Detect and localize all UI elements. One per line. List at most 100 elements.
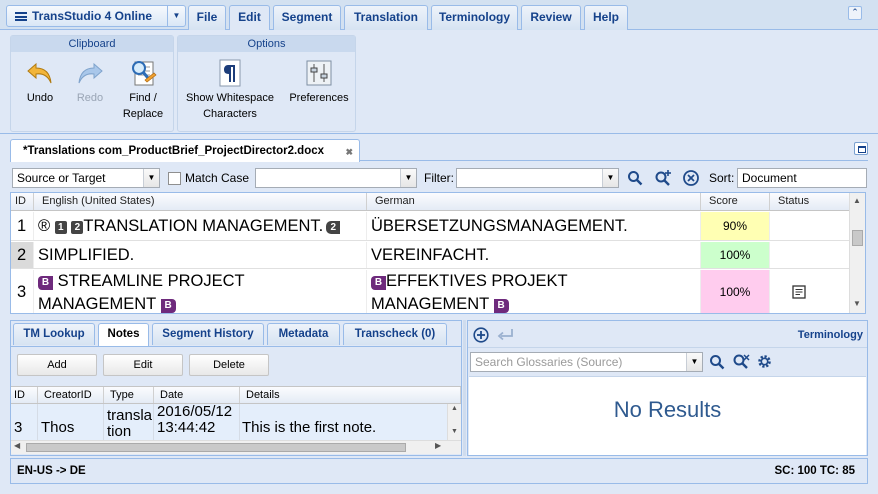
clear-filter-icon[interactable] [682, 169, 700, 187]
status-bar: EN-US -> DE SC: 100 TC: 85 [10, 458, 868, 484]
show-whitespace-button[interactable]: Show Whitespace Characters [180, 56, 280, 122]
source-cell[interactable]: SIMPLIFIED. [34, 242, 367, 268]
col-score-header[interactable]: Score [701, 193, 770, 210]
show-whitespace-label-2: Characters [203, 108, 257, 120]
inline-tag[interactable]: 2 [326, 221, 341, 234]
app-menu-button[interactable]: TransStudio 4 Online ▼ [6, 5, 186, 27]
search-icon[interactable] [709, 354, 725, 370]
note-details: This is the first note. [242, 419, 377, 436]
note-creator: Thos [38, 404, 104, 440]
tab-edit[interactable]: Edit [229, 5, 270, 31]
add-icon[interactable] [473, 327, 489, 343]
filter-select[interactable]: ▼ [456, 168, 619, 188]
tab-metadata[interactable]: Metadata [267, 323, 340, 345]
redo-button[interactable]: Redo [63, 56, 117, 106]
clear-search-icon[interactable] [732, 353, 750, 371]
target-cell[interactable]: VEREINFACHT. [367, 242, 701, 268]
gear-icon[interactable] [756, 353, 773, 370]
tab-notes[interactable]: Notes [98, 323, 149, 346]
ribbon: Clipboard Undo Redo Find / Replace Optio… [0, 30, 878, 134]
note-date-day: 2016/05/12 [157, 404, 233, 420]
sort-select[interactable]: Document [737, 168, 867, 188]
col-id-header[interactable]: ID [11, 193, 34, 210]
chevron-down-icon[interactable]: ▼ [686, 353, 702, 371]
table-row[interactable]: 2 SIMPLIFIED. VEREINFACHT. 100% [11, 242, 851, 269]
col-type-header[interactable]: Type [104, 387, 154, 403]
collapse-ribbon-icon[interactable]: ⌃ [848, 6, 862, 20]
sort-label: Sort: [709, 171, 735, 185]
tab-review[interactable]: Review [521, 5, 581, 30]
scope-select[interactable]: Source or Target ▼ [12, 168, 160, 188]
chevron-down-icon[interactable]: ▼ [143, 169, 159, 187]
search-text-combo[interactable]: ▼ [255, 168, 417, 188]
table-row[interactable]: 3 B STREAMLINE PROJECT MANAGEMENT B B EFF… [11, 270, 851, 313]
chevron-down-icon[interactable]: ▼ [602, 169, 618, 187]
col-details-header[interactable]: Details [240, 387, 461, 403]
tab-terminology[interactable]: Terminology [431, 5, 518, 30]
language-pair: EN-US -> DE [17, 465, 86, 477]
grid-scrollbar[interactable]: ▲ ▼ [849, 193, 865, 313]
col-target-header[interactable]: German [367, 193, 701, 210]
delete-note-button[interactable]: Delete [189, 354, 269, 376]
notes-hscrollbar[interactable]: ◀ ▶ [11, 440, 461, 454]
scope-select-value: Source or Target [17, 171, 106, 185]
chevron-down-icon[interactable]: ▼ [167, 6, 185, 26]
col-date-header[interactable]: Date [154, 387, 240, 403]
search-icon[interactable] [627, 170, 643, 186]
table-row[interactable]: 1 ® 1 2 TRANSLATION MANAGEMENT. 2 ÜBERSETZ… [11, 212, 851, 241]
note-date: 2016/05/12 13:44:42 [154, 404, 240, 440]
target-text: EFFEKTIVES PROJEKT [386, 272, 568, 290]
inline-tag[interactable]: 2 [71, 221, 84, 234]
add-note-button[interactable]: Add [17, 354, 97, 376]
inline-tag[interactable]: B [493, 299, 509, 313]
show-whitespace-label-1: Show Whitespace [185, 92, 275, 104]
insert-term-icon[interactable] [497, 328, 515, 342]
terminology-results: No Results [469, 376, 866, 455]
table-row[interactable]: 3 Thos translation 2016/05/12 13:44:42 Th… [11, 404, 447, 440]
tab-segment-history[interactable]: Segment History [152, 323, 264, 345]
col-creator-header[interactable]: CreatorID [38, 387, 104, 403]
undo-button[interactable]: Undo [13, 56, 67, 106]
target-text: MANAGEMENT [371, 295, 489, 313]
panel-splitter[interactable] [463, 320, 466, 456]
col-source-header[interactable]: English (United States) [34, 193, 367, 210]
match-case-checkbox[interactable] [168, 172, 181, 185]
document-tab-label: *Translations com_ProductBrief_ProjectDi… [23, 145, 325, 157]
maximize-icon[interactable] [854, 142, 868, 155]
col-status-header[interactable]: Status [770, 193, 851, 210]
inline-tag[interactable]: B [371, 276, 386, 290]
find-replace-button[interactable]: Find / Replace [115, 56, 171, 122]
inline-tag[interactable]: 1 [54, 221, 67, 234]
source-cell[interactable]: ® 1 2 TRANSLATION MANAGEMENT. 2 [34, 212, 367, 240]
preferences-button[interactable]: Preferences [284, 56, 354, 106]
chevron-down-icon[interactable]: ▼ [400, 169, 416, 187]
target-cell[interactable]: ÜBERSETZUNGSMANAGEMENT. [367, 212, 701, 240]
source-prefix: ® [38, 217, 51, 235]
undo-icon [27, 62, 52, 84]
score-cell: 90% [701, 212, 770, 240]
inline-tag[interactable]: B [160, 299, 176, 313]
target-cell[interactable]: B EFFEKTIVES PROJEKT MANAGEMENT B [367, 270, 701, 313]
tab-transcheck[interactable]: Transcheck (0) [343, 323, 447, 345]
find-replace-label-2: Replace [122, 108, 164, 120]
find-replace-label-1: Find / [129, 92, 157, 104]
status-cell [770, 270, 851, 313]
col-id-header[interactable]: ID [11, 387, 38, 403]
options-group-title: Options [178, 36, 355, 52]
glossary-search-input[interactable]: Search Glossaries (Source) ▼ [470, 352, 703, 372]
tab-translation[interactable]: Translation [344, 5, 428, 30]
notes-vscrollbar[interactable]: ▲ ▼ [447, 404, 461, 440]
tab-file[interactable]: File [188, 5, 226, 30]
tab-help[interactable]: Help [584, 5, 628, 30]
notes-header: ID CreatorID Type Date Details [11, 386, 461, 404]
document-tab[interactable]: *Translations com_ProductBrief_ProjectDi… [10, 139, 360, 162]
note-id: 3 [11, 404, 38, 440]
tab-segment[interactable]: Segment [273, 5, 341, 30]
tab-tm-lookup[interactable]: TM Lookup [13, 323, 95, 345]
search-add-icon[interactable] [654, 169, 672, 187]
source-cell[interactable]: B STREAMLINE PROJECT MANAGEMENT B [34, 270, 367, 313]
inline-tag[interactable]: B [38, 276, 53, 290]
note-icon[interactable] [792, 285, 806, 299]
edit-note-button[interactable]: Edit [103, 354, 183, 376]
close-icon[interactable]: ✖ [345, 141, 353, 163]
